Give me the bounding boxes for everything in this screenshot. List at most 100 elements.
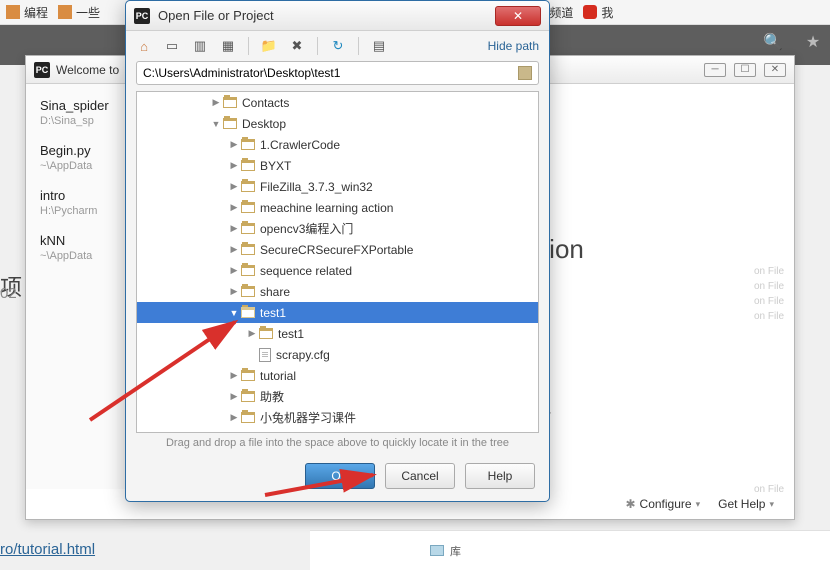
tree-folder-item[interactable]: ▶ sequence related [137,260,538,281]
tree-arrow-icon[interactable]: ▶ [227,160,241,171]
project-icon[interactable]: ▥ [192,38,208,54]
pycharm-icon: PC [34,62,50,78]
tree-item-label: 助教 [260,388,284,405]
get-help-link[interactable]: Get Help▾ [718,497,774,511]
ghosted-text: on File [754,311,784,322]
close-button[interactable]: ✕ [495,6,541,26]
folder-icon [259,328,273,339]
tree-file-item[interactable]: scrapy.cfg [137,344,538,365]
bookmark-item[interactable]: 编程 [6,4,48,21]
tree-arrow-icon[interactable]: ▼ [227,308,241,318]
tree-arrow-icon[interactable]: ▶ [227,412,241,423]
new-folder-icon[interactable]: 📁 [261,38,277,54]
tree-folder-item[interactable]: ▶ tutorial [137,365,538,386]
help-button[interactable]: Help [465,463,535,489]
tree-arrow-icon[interactable]: ▶ [227,202,241,213]
file-tree[interactable]: ▶Contacts▼Desktop▶1.CrawlerCode▶BYXT▶Fil… [136,91,539,433]
folder-icon [241,307,255,318]
browser-favorite-icon[interactable]: ★ [796,25,830,59]
hide-path-link[interactable]: Hide path [488,39,539,53]
tree-folder-item[interactable]: ▼ Desktop [137,113,538,134]
ghosted-text: on File [754,266,784,277]
tree-folder-item[interactable]: ▶ 小兔机器学习课件 [137,407,538,428]
file-icon [259,348,271,362]
dialog-toolbar: ⌂ ▭ ▥ ▦ 📁 ✖ ↻ ▤ Hide path [126,31,549,61]
tree-folder-item[interactable]: ▶ 1.CrawlerCode [137,134,538,155]
tree-arrow-icon[interactable]: ▶ [227,391,241,402]
tree-item-label: 1.CrawlerCode [260,138,340,152]
delete-icon[interactable]: ✖ [289,38,305,54]
minimize-button[interactable]: ─ [704,63,726,77]
configure-link[interactable]: ✱Configure▾ [625,497,700,511]
tree-folder-item[interactable]: ▶ test1 [137,323,538,344]
tree-arrow-icon[interactable]: ▼ [209,119,223,129]
tree-item-label: 小兔机器学习课件 [260,409,356,426]
path-input[interactable]: C:\Users\Administrator\Desktop\test1 [136,61,539,85]
tree-arrow-icon[interactable]: ▶ [227,139,241,150]
folder-icon [223,97,237,108]
tree-arrow-icon[interactable]: ▶ [227,286,241,297]
home-icon[interactable]: ⌂ [136,38,152,54]
folder-icon [241,265,255,276]
desktop-icon[interactable]: ▭ [164,38,180,54]
show-hidden-icon[interactable]: ▤ [371,38,387,54]
tree-folder-item[interactable]: ▼ test1 [137,302,538,323]
folder-icon [241,286,255,297]
tree-folder-item[interactable]: ▶ Contacts [137,92,538,113]
maximize-button[interactable]: ☐ [734,63,756,77]
close-button[interactable]: ✕ [764,63,786,77]
tree-item-label: tutorial [260,369,296,383]
tree-folder-item[interactable]: ▶ 助教 [137,386,538,407]
tree-folder-item[interactable]: ▶opencv3编程入门 [137,218,538,239]
tree-arrow-icon[interactable]: ▶ [209,97,223,108]
tree-arrow-icon[interactable]: ▶ [245,328,259,339]
tree-item-label: scrapy.cfg [276,348,330,362]
cancel-button[interactable]: Cancel [385,463,455,489]
folder-icon [241,370,255,381]
drag-hint-text: Drag and drop a file into the space abov… [126,433,549,451]
folder-icon [241,244,255,255]
folder-icon [241,160,255,171]
explorer-strip: 库 [310,530,830,570]
tree-item-label: FileZilla_3.7.3_win32 [260,180,373,194]
module-icon[interactable]: ▦ [220,38,236,54]
tree-arrow-icon[interactable]: ▶ [227,265,241,276]
tree-item-label: BYXT [260,159,291,173]
tree-item-label: Contacts [242,96,289,110]
welcome-title-text: Welcome to [56,63,119,77]
url-fragment-text: ro/tutorial.html [0,541,95,558]
bookmark-item[interactable]: 我 [583,4,613,21]
tree-item-label: test1 [260,306,286,320]
folder-icon [241,391,255,402]
tree-arrow-icon[interactable]: ▶ [227,370,241,381]
tree-item-label: Desktop [242,117,286,131]
dialog-button-bar: OK Cancel Help [126,451,549,501]
tree-folder-item[interactable]: ▶ SecureCRSecureFXPortable [137,239,538,260]
tree-item-label: test1 [278,327,304,341]
folder-icon [241,181,255,192]
open-file-dialog: PC Open File or Project ✕ ⌂ ▭ ▥ ▦ 📁 ✖ ↻ … [125,0,550,502]
bookmark-item[interactable]: 一些 [58,4,100,21]
ghosted-text: on File [754,484,784,495]
path-history-icon[interactable] [518,66,532,80]
tree-arrow-icon[interactable]: ▶ [227,223,241,234]
dialog-titlebar[interactable]: PC Open File or Project ✕ [126,1,549,31]
partial-text: 02 [0,285,17,302]
tree-item-label: SecureCRSecureFXPortable [260,243,413,257]
tree-folder-item[interactable]: ▶ share [137,281,538,302]
tree-item-label: sequence related [260,264,352,278]
folder-icon [6,5,20,19]
browser-search-icon[interactable]: 🔍 [756,25,790,59]
tree-arrow-icon[interactable]: ▶ [227,244,241,255]
folder-icon [241,412,255,423]
tree-item-label: share [260,285,290,299]
tree-arrow-icon[interactable]: ▶ [227,181,241,192]
library-folder-icon [430,545,444,556]
tree-folder-item[interactable]: ▶ BYXT [137,155,538,176]
ok-button[interactable]: OK [305,463,375,489]
folder-icon [241,223,255,234]
tree-folder-item[interactable]: ▶ FileZilla_3.7.3_win32 [137,176,538,197]
path-value: C:\Users\Administrator\Desktop\test1 [143,66,340,80]
refresh-icon[interactable]: ↻ [330,38,346,54]
tree-folder-item[interactable]: ▶meachine learning action [137,197,538,218]
